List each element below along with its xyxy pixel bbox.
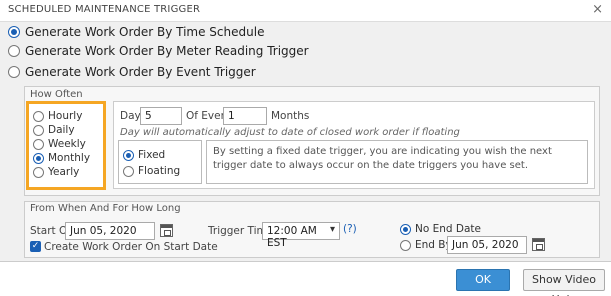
frequency-label: Weekly xyxy=(48,138,86,150)
frequency-monthly-radio[interactable] xyxy=(33,152,44,164)
no-end-date-label: No End Date xyxy=(415,223,482,235)
how-often-title: How Often xyxy=(30,89,83,100)
date-mode-floating[interactable]: Floating xyxy=(123,165,180,177)
trigger-event-radio[interactable] xyxy=(8,66,20,78)
frequency-yearly[interactable]: Yearly xyxy=(33,166,79,178)
start-on-input[interactable]: Jun 05, 2020 xyxy=(65,222,155,240)
title-bar: SCHEDULED MAINTENANCE TRIGGER × xyxy=(0,0,611,22)
frequency-daily-radio[interactable] xyxy=(33,124,44,136)
end-by-radio[interactable] xyxy=(400,239,411,251)
trigger-time-schedule[interactable]: Generate Work Order By Time Schedule xyxy=(8,23,264,41)
end-by-input[interactable]: Jun 05, 2020 xyxy=(447,236,527,254)
create-on-start-checkbox[interactable]: ✓ xyxy=(30,241,41,252)
trigger-label: Generate Work Order By Event Trigger xyxy=(25,65,256,79)
date-mode-options: Fixed Floating xyxy=(118,140,202,184)
end-by-option[interactable]: End By xyxy=(400,239,452,251)
trigger-meter-reading-radio[interactable] xyxy=(8,45,20,57)
day-input[interactable]: 5 xyxy=(140,107,182,125)
when-title: From When And For How Long xyxy=(30,203,181,214)
frequency-label: Yearly xyxy=(48,166,80,178)
of-every-input[interactable]: 1 xyxy=(223,107,267,125)
date-mode-label: Fixed xyxy=(138,149,166,161)
create-on-start-label: Create Work Order On Start Date xyxy=(44,241,218,253)
trigger-time-schedule-radio[interactable] xyxy=(8,26,20,38)
frequency-options: Hourly Daily Weekly Monthly Yearly xyxy=(26,101,106,190)
dialog-title: SCHEDULED MAINTENANCE TRIGGER xyxy=(8,4,201,15)
trigger-event[interactable]: Generate Work Order By Event Trigger xyxy=(8,63,256,81)
frequency-label: Daily xyxy=(48,124,75,136)
floating-note: Day will automatically adjust to date of… xyxy=(120,127,460,138)
no-end-date-option[interactable]: No End Date xyxy=(400,223,481,235)
help-link[interactable]: (?) xyxy=(343,223,357,235)
frequency-hourly-radio[interactable] xyxy=(33,110,44,122)
frequency-weekly-radio[interactable] xyxy=(33,138,44,150)
calendar-icon[interactable] xyxy=(532,238,545,251)
ok-button[interactable]: OK xyxy=(456,269,510,291)
fixed-description: By setting a fixed date trigger, you are… xyxy=(206,140,588,184)
frequency-label: Hourly xyxy=(48,110,83,122)
calendar-icon[interactable] xyxy=(160,224,173,237)
trigger-label: Generate Work Order By Meter Reading Tri… xyxy=(25,44,309,58)
frequency-hourly[interactable]: Hourly xyxy=(33,110,82,122)
date-mode-fixed-radio[interactable] xyxy=(123,149,134,161)
trigger-time-select[interactable]: 12:00 AM EST ▾ xyxy=(262,222,340,249)
trigger-meter-reading[interactable]: Generate Work Order By Meter Reading Tri… xyxy=(8,42,309,60)
months-label: Months xyxy=(271,110,310,122)
frequency-monthly[interactable]: Monthly xyxy=(33,152,90,164)
frequency-daily[interactable]: Daily xyxy=(33,124,75,136)
date-mode-label: Floating xyxy=(138,165,181,177)
frequency-weekly[interactable]: Weekly xyxy=(33,138,86,150)
trigger-label: Generate Work Order By Time Schedule xyxy=(25,25,265,39)
frequency-label: Monthly xyxy=(48,152,91,164)
show-video-help-button[interactable]: Show Video Help xyxy=(523,269,605,296)
chevron-down-icon: ▾ xyxy=(329,224,335,235)
date-mode-fixed[interactable]: Fixed xyxy=(123,149,165,161)
close-icon[interactable]: × xyxy=(592,2,603,17)
frequency-yearly-radio[interactable] xyxy=(33,166,44,178)
day-label: Day xyxy=(120,110,141,122)
date-mode-floating-radio[interactable] xyxy=(123,165,134,177)
no-end-date-radio[interactable] xyxy=(400,223,411,235)
